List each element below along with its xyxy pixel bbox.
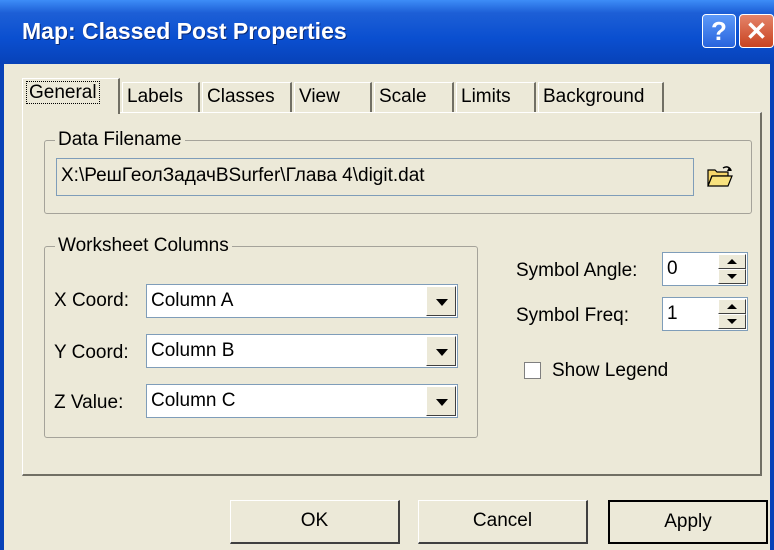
x-coord-select[interactable]: Column A: [146, 284, 458, 318]
chevron-down-icon[interactable]: [426, 336, 456, 366]
cancel-button[interactable]: Cancel: [418, 500, 588, 544]
data-filename-title: Data Filename: [55, 129, 185, 151]
open-folder-icon[interactable]: [706, 165, 734, 189]
show-legend-label[interactable]: Show Legend: [552, 360, 668, 382]
tab-limits[interactable]: Limits: [456, 82, 536, 112]
ok-button[interactable]: OK: [230, 500, 400, 544]
chevron-down-icon[interactable]: [426, 386, 456, 416]
worksheet-columns-title: Worksheet Columns: [55, 235, 232, 257]
spin-up-icon[interactable]: [718, 299, 746, 314]
x-coord-label: X Coord:: [54, 290, 129, 311]
window-title: Map: Classed Post Properties: [22, 18, 347, 44]
tab-background[interactable]: Background: [538, 82, 664, 112]
z-value-value: Column C: [151, 390, 236, 411]
tab-scale[interactable]: Scale: [374, 82, 454, 112]
y-coord-label: Y Coord:: [54, 342, 129, 363]
data-filename-field[interactable]: X:\РешГеолЗадачВSurfer\Глава 4\digit.dat: [56, 158, 694, 196]
symbol-angle-spinner[interactable]: 0: [662, 252, 748, 286]
spin-down-icon[interactable]: [718, 269, 746, 284]
show-legend-checkbox[interactable]: [524, 362, 541, 379]
window-frame-left: [0, 64, 4, 550]
help-button[interactable]: ?: [702, 14, 736, 48]
z-value-label: Z Value:: [54, 392, 124, 413]
close-button[interactable]: ✕: [739, 14, 774, 48]
spin-down-icon[interactable]: [718, 314, 746, 329]
symbol-angle-value: 0: [667, 258, 678, 279]
tab-general[interactable]: General: [22, 78, 120, 114]
tab-label: General: [26, 81, 100, 104]
y-coord-value: Column B: [151, 340, 235, 361]
y-coord-select[interactable]: Column B: [146, 334, 458, 368]
symbol-freq-value: 1: [667, 303, 678, 324]
window-frame-right: [770, 64, 774, 550]
spin-up-icon[interactable]: [718, 254, 746, 269]
title-bar: Map: Classed Post Properties ? ✕: [0, 0, 774, 64]
symbol-angle-label: Symbol Angle:: [516, 260, 638, 281]
z-value-select[interactable]: Column C: [146, 384, 458, 418]
tab-labels[interactable]: Labels: [122, 82, 200, 112]
x-coord-value: Column A: [151, 290, 234, 311]
symbol-freq-label: Symbol Freq:: [516, 305, 629, 326]
symbol-freq-spinner[interactable]: 1: [662, 297, 748, 331]
chevron-down-icon[interactable]: [426, 286, 456, 316]
apply-button[interactable]: Apply: [608, 500, 768, 544]
tab-view[interactable]: View: [294, 82, 372, 112]
tab-classes[interactable]: Classes: [202, 82, 292, 112]
